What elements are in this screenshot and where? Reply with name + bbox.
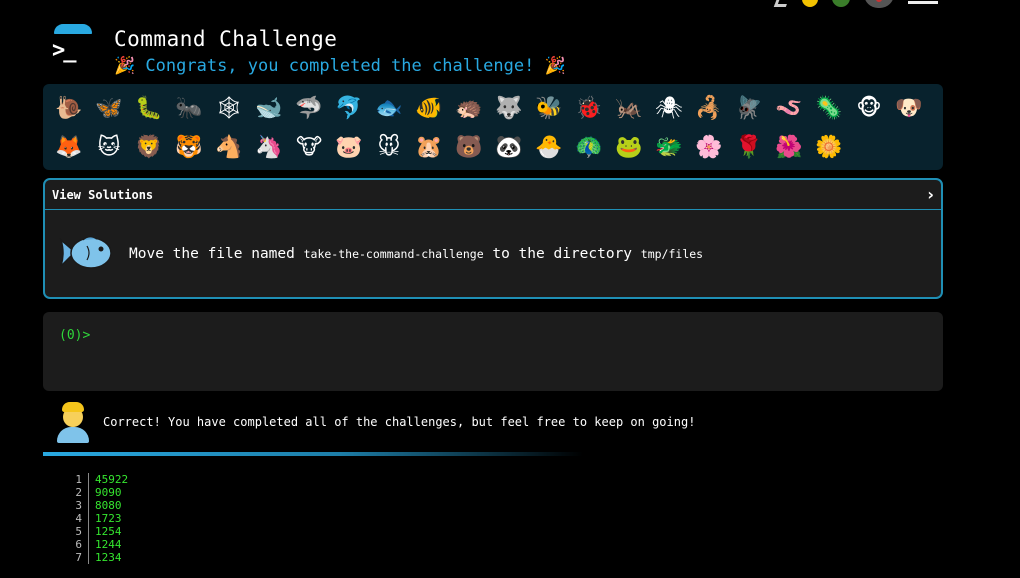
badge-icon: 🐶 — [895, 95, 923, 121]
badge-icon: 🦂 — [695, 95, 723, 121]
history-value: 45922 — [95, 473, 129, 486]
terminal-input[interactable]: (0)> — [43, 312, 943, 391]
progress-bar — [43, 452, 583, 456]
history-row: 6 1244 — [75, 538, 128, 551]
badge-icon: 🐸 — [615, 134, 643, 160]
badge-icon: 🐴 — [215, 134, 243, 160]
history-line-number: 2 — [75, 486, 89, 499]
badge-icon: 🐜 — [175, 95, 203, 121]
history-value: 9090 — [95, 486, 122, 499]
badge-icon: 🐣 — [535, 134, 563, 160]
party-popper-icon: 🎉 — [544, 56, 566, 76]
badge-icon: 🌺 — [775, 134, 803, 160]
badge-icon: 🦋 — [95, 95, 123, 121]
badge-icon: 🐷 — [335, 134, 363, 160]
user-avatar-icon[interactable] — [864, 0, 894, 8]
badge-icon: 🌹 — [735, 134, 763, 160]
badge-icon: 🦚 — [575, 134, 603, 160]
top-toolbar — [773, 0, 938, 8]
badge-icon: 🦊 — [55, 134, 83, 160]
history-line-number: 7 — [75, 551, 89, 564]
history-row: 4 1723 — [75, 512, 128, 525]
badge-icon: 🐟 — [375, 95, 403, 121]
badge-icon: 🐺 — [495, 95, 523, 121]
badge-icon: 🐌 — [55, 95, 83, 121]
view-solutions-toggle[interactable]: View Solutions › — [45, 180, 941, 210]
badge-icon: 🐮 — [295, 134, 323, 160]
badge-icon: 🐛 — [135, 95, 163, 121]
challenge-card: View Solutions › Move the file named tak… — [43, 178, 943, 299]
party-popper-icon: 🎉 — [114, 56, 136, 76]
challenge-body: Move the file named take-the-command-cha… — [45, 210, 941, 297]
command-history: 1 45922 2 9090 3 8080 4 1723 5 1254 6 1244 7 1234 — [75, 473, 128, 564]
badge-icon: 🐻 — [455, 134, 483, 160]
badge-icon: 🪱 — [775, 95, 803, 121]
status-text: Correct! You have completed all of the c… — [103, 415, 696, 429]
history-value: 1244 — [95, 538, 122, 551]
badge-icon: 🕸 — [215, 95, 243, 121]
view-solutions-label: View Solutions — [52, 187, 154, 202]
challenge-description: Move the file named take-the-command-cha… — [129, 246, 703, 262]
badge-icon: 🐞 — [575, 95, 603, 121]
chevron-right-icon[interactable]: › — [927, 185, 934, 204]
history-value: 1723 — [95, 512, 122, 525]
badge-icon: 🐼 — [495, 134, 523, 160]
badge-icon: 🦠 — [815, 95, 843, 121]
bulb-icon[interactable] — [802, 0, 818, 7]
history-value: 1234 — [95, 551, 122, 564]
badge-icon: 🦈 — [295, 95, 323, 121]
badge-icon: 🐝 — [535, 95, 563, 121]
history-row: 1 45922 — [75, 473, 128, 486]
file-name: take-the-command-challenge — [303, 247, 484, 261]
history-line-number: 6 — [75, 538, 89, 551]
status-message: Correct! You have completed all of the c… — [53, 401, 695, 443]
history-value: 8080 — [95, 499, 122, 512]
person-avatar-icon — [53, 401, 93, 443]
badge-icon: 🦄 — [255, 134, 283, 160]
history-row: 7 1234 — [75, 551, 128, 564]
challenge-text-middle: to the directory — [492, 246, 633, 262]
badge-icon: 🐭 — [377, 134, 401, 160]
history-row: 5 1254 — [75, 525, 128, 538]
history-line-number: 5 — [75, 525, 89, 538]
badge-icon: 🌼 — [815, 134, 843, 160]
badge-icon: 🌸 — [695, 134, 723, 160]
badge-icon: 🐯 — [175, 134, 203, 160]
badge-icon: 🐠 — [415, 95, 443, 121]
congrats-message: 🎉 Congrats, you completed the challenge!… — [114, 56, 566, 76]
directory-name: tmp/files — [640, 247, 704, 261]
badge-icon: 🐋 — [255, 95, 283, 121]
badge-icon: 🐲 — [655, 134, 683, 160]
history-row: 2 9090 — [75, 486, 128, 499]
badge-icon: 🐵 — [856, 95, 882, 121]
badge-icon: 🕷 — [655, 95, 683, 121]
badge-icon: 🦁 — [135, 134, 163, 160]
completed-badges-panel: 🐌 🦋 🐛 🐜 🕸 🐋 🦈 🐬 🐟 🐠 🦔 🐺 🐝 🐞 🦗 🕷 🦂 🪰 🪱 🦠 🐵 🐶 🦊 🐱 🦁 🐯 🐴 🦄 🐮 🐷 🐭 🐹 🐻 🐼 🐣 🦚 🐸 🐲 🌸 🌹… — [43, 84, 943, 170]
badge-icon: 🐹 — [415, 134, 443, 160]
app-logo: >_ — [52, 24, 94, 70]
logo-cap-icon — [54, 24, 92, 34]
challenge-text-prefix: Move the file named — [129, 246, 295, 262]
arrow-icon[interactable] — [773, 0, 791, 7]
fish-icon — [59, 236, 112, 269]
history-value: 1254 — [95, 525, 122, 538]
history-line-number: 3 — [75, 499, 89, 512]
terminal-prompt: (0)> — [59, 328, 91, 343]
history-line-number: 4 — [75, 512, 89, 525]
badge-icon: 🪰 — [735, 95, 763, 121]
history-row: 3 8080 — [75, 499, 128, 512]
terminal-prompt-icon: >_ — [52, 38, 76, 63]
badge-icon: 🦗 — [615, 95, 643, 121]
history-line-number: 1 — [75, 473, 89, 486]
badge-icon: 🐱 — [97, 134, 121, 160]
badge-icon: 🦔 — [455, 95, 483, 121]
menu-icon[interactable] — [908, 0, 938, 4]
badge-icon: 🐬 — [335, 95, 363, 121]
leaf-icon[interactable] — [832, 0, 850, 7]
congrats-text: Congrats, you completed the challenge! — [145, 56, 535, 76]
page-title: Command Challenge — [114, 27, 338, 51]
